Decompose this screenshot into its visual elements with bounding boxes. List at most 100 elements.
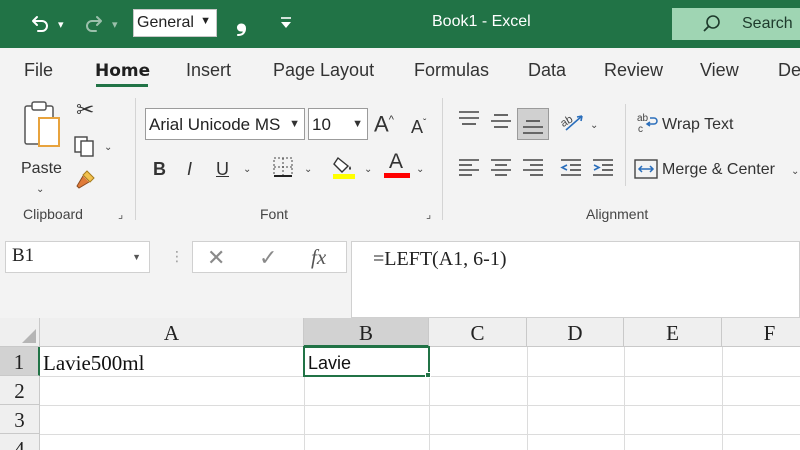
decrease-indent-icon[interactable] <box>560 158 582 182</box>
tab-data[interactable]: Data <box>528 60 566 81</box>
fill-handle[interactable] <box>425 372 431 378</box>
merge-dropdown-icon[interactable]: ⌄ <box>791 166 799 177</box>
paste-label: Paste <box>21 160 62 177</box>
alignment-group-label: Alignment <box>586 206 649 222</box>
font-color-dropdown-icon[interactable]: ⌄ <box>416 164 424 175</box>
column-header-f[interactable]: F <box>722 318 800 347</box>
group-divider <box>135 98 136 220</box>
svg-text:c: c <box>638 124 643 134</box>
align-left-icon[interactable] <box>458 158 480 182</box>
row-header-1[interactable]: 1 <box>0 347 40 376</box>
undo-icon[interactable] <box>28 12 52 40</box>
paste-button[interactable]: Paste ⌄ <box>18 100 66 195</box>
active-cell-border <box>303 346 430 377</box>
drag-handle-icon[interactable]: ⋮ <box>170 248 184 265</box>
column-gridline <box>527 347 528 450</box>
tab-page-layout[interactable]: Page Layout <box>273 60 374 81</box>
group-divider <box>625 104 626 186</box>
number-format-value: General <box>137 14 194 31</box>
comma-style-icon[interactable]: ❟ <box>236 7 247 35</box>
ribbon: Paste ⌄ ✂ ⌄ Clipboard ⌟ Arial Unicode MS… <box>0 90 800 228</box>
italic-button[interactable]: I <box>187 159 192 179</box>
row-header-2[interactable]: 2 <box>0 376 40 405</box>
redo-icon[interactable] <box>82 12 106 40</box>
svg-text:ab: ab <box>560 113 575 130</box>
copy-icon[interactable] <box>72 134 96 162</box>
row-header-3[interactable]: 3 <box>0 405 40 434</box>
font-name-select[interactable]: Arial Unicode MS ▼ <box>145 108 305 140</box>
shrink-font-glyph: A <box>411 117 424 137</box>
font-color-glyph: A <box>388 150 403 173</box>
wrap-text-button[interactable]: Wrap Text <box>662 116 733 134</box>
chevron-down-icon: ▼ <box>352 118 363 130</box>
align-center-icon[interactable] <box>490 158 512 182</box>
formula-input[interactable]: =LEFT(A1, 6-1) <box>351 241 800 318</box>
tab-home[interactable]: Home <box>95 61 150 81</box>
insert-function-button[interactable]: fx <box>311 245 326 270</box>
borders-dropdown-icon[interactable]: ⌄ <box>304 164 312 175</box>
search-box[interactable]: Search <box>672 8 800 40</box>
number-format-select[interactable]: General ▼ <box>133 9 217 37</box>
bold-button[interactable]: B <box>153 159 166 179</box>
active-tab-indicator <box>96 84 148 87</box>
customize-toolbar-icon[interactable] <box>280 14 292 36</box>
tab-view[interactable]: View <box>700 60 739 81</box>
fill-color-icon[interactable] <box>332 154 356 184</box>
name-box[interactable]: B1 ▼ <box>5 241 150 273</box>
format-painter-icon[interactable] <box>73 168 97 196</box>
cell-a1[interactable]: Lavie500ml <box>43 351 144 376</box>
merge-center-button[interactable]: Merge & Center <box>662 161 775 179</box>
window-title: Book1 - Excel <box>432 13 531 30</box>
column-header-c[interactable]: C <box>429 318 527 347</box>
tab-review[interactable]: Review <box>604 60 663 81</box>
orientation-icon[interactable]: ab <box>558 110 586 136</box>
undo-dropdown-icon[interactable]: ▾ <box>58 18 64 31</box>
wrap-text-icon[interactable]: ab c <box>636 112 658 138</box>
font-launcher-icon[interactable]: ⌟ <box>426 208 431 221</box>
chevron-down-icon: ▼ <box>132 252 141 262</box>
redo-dropdown-icon[interactable]: ▾ <box>112 18 118 31</box>
font-color-swatch <box>384 173 410 178</box>
chevron-down-icon: ⌄ <box>36 184 45 195</box>
search-label: Search <box>742 15 793 32</box>
paste-icon <box>22 100 62 155</box>
clipboard-group-label: Clipboard <box>23 206 83 222</box>
align-right-icon[interactable] <box>522 158 544 182</box>
increase-indent-icon[interactable] <box>592 158 614 182</box>
underline-dropdown-icon[interactable]: ⌄ <box>243 164 251 175</box>
tab-formulas[interactable]: Formulas <box>414 60 489 81</box>
cut-icon[interactable]: ✂ <box>76 99 94 121</box>
tab-developer[interactable]: De <box>778 60 800 81</box>
fill-color-dropdown-icon[interactable]: ⌄ <box>364 164 372 175</box>
chevron-down-icon: ▼ <box>289 118 300 130</box>
row-gridline <box>40 434 800 435</box>
borders-icon[interactable] <box>272 156 294 182</box>
worksheet-grid[interactable]: A B C D E F 1 2 3 4 Lavie500ml Lavie <box>0 318 800 450</box>
column-header-b[interactable]: B <box>304 318 429 347</box>
svg-text:ab: ab <box>637 113 649 124</box>
font-color-button[interactable]: A <box>384 150 410 178</box>
row-header-4[interactable]: 4 <box>0 434 40 450</box>
clipboard-launcher-icon[interactable]: ⌟ <box>118 208 123 221</box>
enter-icon[interactable]: ✓ <box>259 245 277 271</box>
search-icon <box>702 14 722 39</box>
decrease-font-size-button[interactable]: Aˇ <box>411 114 426 137</box>
align-top-icon[interactable] <box>458 110 480 132</box>
align-middle-icon[interactable] <box>490 112 512 134</box>
font-size-value: 10 <box>312 115 331 134</box>
column-header-e[interactable]: E <box>624 318 722 347</box>
column-header-a[interactable]: A <box>40 318 304 347</box>
increase-font-size-button[interactable]: A^ <box>374 110 394 135</box>
tab-file[interactable]: File <box>24 60 53 81</box>
align-bottom-button[interactable] <box>517 108 549 140</box>
copy-dropdown-icon[interactable]: ⌄ <box>104 142 112 153</box>
tab-insert[interactable]: Insert <box>186 60 231 81</box>
cancel-icon[interactable]: ✕ <box>207 245 225 271</box>
column-header-d[interactable]: D <box>527 318 624 347</box>
orientation-dropdown-icon[interactable]: ⌄ <box>590 120 598 131</box>
group-divider <box>442 98 443 220</box>
select-all-corner[interactable] <box>0 318 40 347</box>
font-size-select[interactable]: 10 ▼ <box>308 108 368 140</box>
underline-button[interactable]: U <box>216 159 229 179</box>
merge-center-icon[interactable] <box>634 158 658 184</box>
